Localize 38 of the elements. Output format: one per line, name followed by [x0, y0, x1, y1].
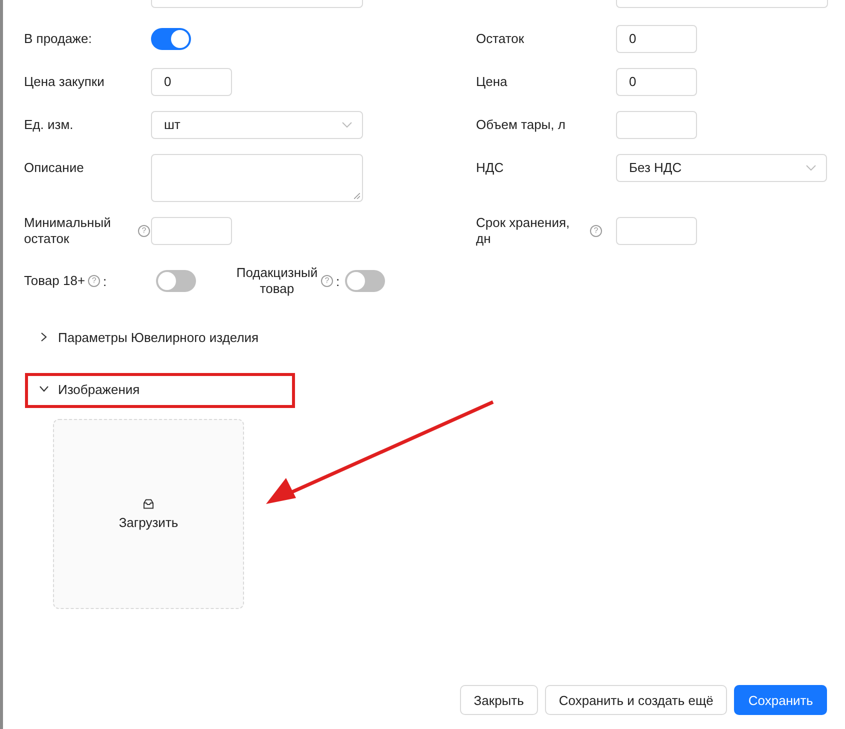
action-button[interactable]: Закрыть	[460, 685, 538, 715]
collapse-header[interactable]: Параметры Ювелирного изделия	[24, 325, 259, 349]
chevron-down-icon	[342, 122, 352, 128]
field-label: Цена закупки	[24, 74, 104, 90]
resize-handle-icon[interactable]	[354, 193, 360, 199]
field-label: В продаже:	[24, 31, 92, 47]
toggle-switch[interactable]	[156, 270, 196, 292]
input-field[interactable]	[616, 217, 697, 245]
input-field[interactable]: 0	[616, 25, 697, 53]
colon-text: :	[336, 274, 340, 288]
input-field[interactable]	[151, 217, 232, 245]
field-label: Срок хранения, дн	[476, 215, 571, 247]
field-label: Ед. изм.	[24, 117, 74, 133]
toggle-label: Подакцизный товар	[236, 265, 318, 297]
select-field[interactable]: Без НДС	[616, 154, 827, 182]
toggle-switch[interactable]	[151, 28, 191, 50]
textarea-field[interactable]	[151, 154, 363, 202]
field-label: Цена	[476, 74, 508, 90]
toggle-switch[interactable]	[344, 270, 385, 292]
action-button[interactable]: Сохранить	[734, 685, 827, 715]
input-field[interactable]: 0	[616, 68, 697, 96]
chevron-right-icon	[40, 332, 48, 342]
input-field[interactable]: 0	[151, 68, 232, 96]
chevron-down-icon	[806, 165, 816, 171]
inbox-icon	[143, 498, 154, 508]
chevron-down-icon	[39, 385, 49, 393]
toggle-label: Товар 18+	[24, 273, 86, 289]
input-field[interactable]	[616, 111, 697, 139]
field-label: Минимальный остаток	[24, 215, 112, 247]
collapse-header[interactable]: Изображения	[24, 377, 140, 401]
select-field[interactable]: шт	[151, 111, 363, 139]
action-button[interactable]: Сохранить и создать ещё	[544, 685, 728, 715]
upload-area[interactable]: Загрузить	[53, 419, 244, 609]
colon-text: :	[103, 274, 107, 288]
field-label: НДС	[476, 160, 504, 176]
field-label: Объем тары, л	[476, 117, 566, 133]
field-label: Остаток	[476, 31, 524, 47]
field-label: Описание	[24, 160, 84, 176]
